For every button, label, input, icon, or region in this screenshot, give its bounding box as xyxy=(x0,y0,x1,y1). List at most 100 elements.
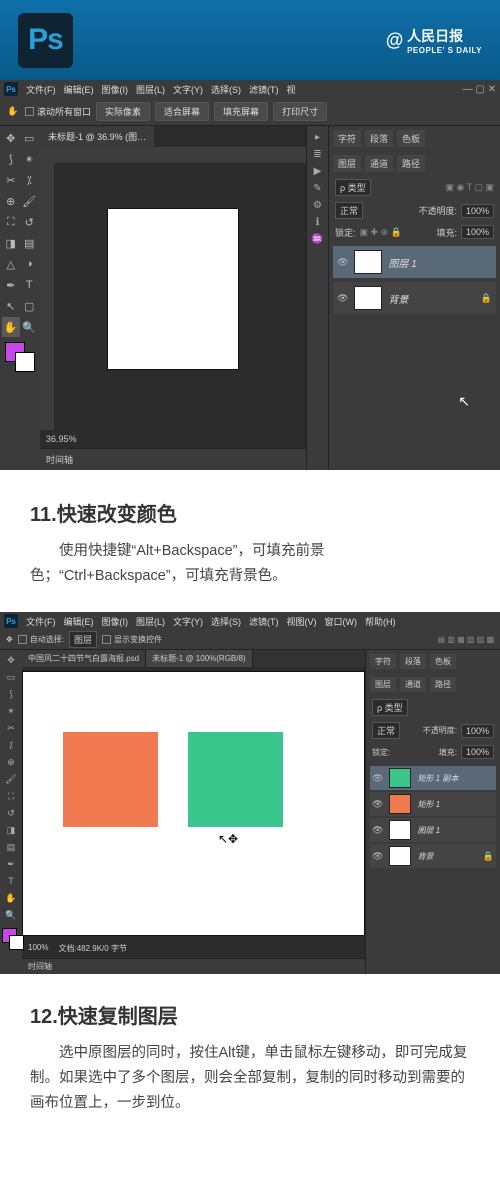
opacity-value[interactable]: 100% xyxy=(461,724,494,738)
panel-icon-1[interactable]: ▸ xyxy=(315,132,320,143)
layer-thumbnail[interactable] xyxy=(389,768,411,788)
layer-row[interactable]: 👁 背景 🔒 xyxy=(370,844,496,868)
canvas[interactable] xyxy=(108,209,238,369)
actions-panel-icon[interactable]: ▶ xyxy=(314,166,322,177)
layer-row[interactable]: 👁 矩形 1 副本 xyxy=(370,766,496,790)
menu-window[interactable]: 窗口(W) xyxy=(325,615,358,628)
opacity-value[interactable]: 100% xyxy=(461,204,494,218)
fill-value[interactable]: 100% xyxy=(461,745,494,759)
visibility-icon[interactable]: 👁 xyxy=(337,257,348,268)
stamp-tool-icon[interactable]: ⛶ xyxy=(2,212,20,232)
menu-help[interactable]: 帮助(H) xyxy=(365,615,396,628)
tab-paragraph[interactable]: 段落 xyxy=(400,654,426,669)
window-controls[interactable]: — ▢ ✕ xyxy=(463,84,496,95)
fill-screen-button[interactable]: 填充屏幕 xyxy=(214,102,268,121)
tab-swatches[interactable]: 色板 xyxy=(430,654,456,669)
history-brush-tool-icon[interactable]: ↺ xyxy=(2,805,20,821)
eraser-tool-icon[interactable]: ◨ xyxy=(2,233,20,253)
timeline-panel[interactable]: 时间轴 xyxy=(22,958,365,974)
color-swatches[interactable] xyxy=(2,338,38,378)
layer-row[interactable]: 👁 图层 1 xyxy=(333,246,496,278)
canvas-area[interactable] xyxy=(40,147,306,430)
layer-name[interactable]: 背景 xyxy=(388,291,408,306)
layer-row[interactable]: 👁 矩形 1 xyxy=(370,792,496,816)
tab-character[interactable]: 字符 xyxy=(333,130,361,147)
magic-wand-tool-icon[interactable]: ✴ xyxy=(2,703,20,719)
fit-screen-button[interactable]: 适合屏幕 xyxy=(155,102,209,121)
menu-layer[interactable]: 图层(L) xyxy=(136,83,165,96)
lasso-tool-icon[interactable]: ⟆ xyxy=(2,686,20,702)
visibility-icon[interactable]: 👁 xyxy=(372,799,383,810)
visibility-icon[interactable]: 👁 xyxy=(372,773,383,784)
background-color-swatch[interactable] xyxy=(9,935,24,950)
layer-row[interactable]: 👁 图层 1 xyxy=(370,818,496,842)
eraser-tool-icon[interactable]: ◨ xyxy=(2,822,20,838)
orange-rectangle[interactable] xyxy=(63,732,158,827)
auto-select-target[interactable]: 图层 xyxy=(69,631,97,648)
gradient-tool-icon[interactable]: ▤ xyxy=(2,839,20,855)
hand-tool-icon[interactable]: ✋ xyxy=(2,890,20,906)
background-color-swatch[interactable] xyxy=(15,352,35,372)
menu-edit[interactable]: 编辑(E) xyxy=(64,615,94,628)
layer-thumbnail[interactable] xyxy=(389,820,411,840)
layer-thumbnail[interactable] xyxy=(389,794,411,814)
menu-type[interactable]: 文字(Y) xyxy=(173,615,203,628)
actual-pixels-button[interactable]: 实际像素 xyxy=(96,102,150,121)
zoom-percentage[interactable]: 100% xyxy=(28,943,48,955)
menu-view[interactable]: 视图(V) xyxy=(287,615,317,628)
layer-name[interactable]: 矩形 1 xyxy=(417,799,440,810)
zoom-tool-icon[interactable]: 🔍 xyxy=(21,317,39,337)
layer-filter-select[interactable]: ρ 类型 xyxy=(335,179,371,196)
type-tool-icon[interactable]: T xyxy=(2,873,20,889)
tab-layers[interactable]: 图层 xyxy=(370,677,396,692)
lock-icons[interactable]: ▣ ✚ ⊕ 🔒 xyxy=(360,227,402,238)
auto-select-check[interactable]: 自动选择: xyxy=(18,634,64,645)
crop-tool-icon[interactable]: ✂ xyxy=(2,170,20,190)
layer-name[interactable]: 图层 1 xyxy=(417,825,440,836)
move-tool-icon[interactable]: ✥ xyxy=(2,652,20,668)
scroll-all-windows-check[interactable]: 滚动所有窗口 xyxy=(25,105,91,118)
tab-channels[interactable]: 通道 xyxy=(365,155,393,172)
move-tool-icon[interactable]: ✥ xyxy=(2,128,20,148)
zoom-tool-icon[interactable]: 🔍 xyxy=(2,907,20,923)
marquee-tool-icon[interactable]: ▭ xyxy=(21,128,39,148)
layer-thumbnail[interactable] xyxy=(389,846,411,866)
menu-select[interactable]: 选择(S) xyxy=(211,83,241,96)
dodge-tool-icon[interactable]: ◑ xyxy=(21,254,39,274)
visibility-icon[interactable]: 👁 xyxy=(372,851,383,862)
print-size-button[interactable]: 打印尺寸 xyxy=(273,102,327,121)
menu-select[interactable]: 选择(S) xyxy=(211,615,241,628)
histogram-panel-icon[interactable]: ♒ xyxy=(311,234,323,245)
tab-paragraph[interactable]: 段落 xyxy=(365,130,393,147)
type-tool-icon[interactable]: T xyxy=(21,275,39,295)
pen-tool-icon[interactable]: ✒ xyxy=(2,856,20,872)
tab-channels[interactable]: 通道 xyxy=(400,677,426,692)
tab-paths[interactable]: 路径 xyxy=(397,155,425,172)
eyedropper-tool-icon[interactable]: ⁒ xyxy=(2,737,20,753)
menu-edit[interactable]: 编辑(E) xyxy=(64,83,94,96)
shape-tool-icon[interactable]: ▢ xyxy=(21,296,39,316)
gradient-tool-icon[interactable]: ▤ xyxy=(21,233,39,253)
menu-file[interactable]: 文件(F) xyxy=(26,615,56,628)
menu-filter[interactable]: 滤镜(T) xyxy=(249,615,279,628)
brush-tool-icon[interactable]: 🖌 xyxy=(21,191,39,211)
document-tab-1[interactable]: 中国风二十四节气白露海报.psd xyxy=(22,650,146,667)
canvas[interactable]: ↖✥ xyxy=(22,671,365,936)
crop-tool-icon[interactable]: ✂ xyxy=(2,720,20,736)
align-icons[interactable]: ▤ ▥ ▦ ▧ ▨ ▩ xyxy=(438,635,494,644)
timeline-panel[interactable]: 时间轴 xyxy=(40,448,306,470)
menu-image[interactable]: 图像(I) xyxy=(102,615,129,628)
brush-tool-icon[interactable]: 🖌 xyxy=(2,771,20,787)
blur-tool-icon[interactable]: △ xyxy=(2,254,20,274)
document-tab-2[interactable]: 未标题-1 @ 100%(RGB/8) xyxy=(146,650,252,667)
path-tool-icon[interactable]: ↖ xyxy=(2,296,20,316)
document-tab[interactable]: 未标题-1 @ 36.9% (图… xyxy=(40,126,154,147)
color-swatches[interactable] xyxy=(2,928,20,958)
blend-mode-select[interactable]: 正常 xyxy=(335,202,363,219)
visibility-icon[interactable]: 👁 xyxy=(337,293,348,304)
layer-name[interactable]: 图层 1 xyxy=(388,255,416,270)
menu-filter[interactable]: 滤镜(T) xyxy=(249,83,279,96)
show-transform-check[interactable]: 显示变换控件 xyxy=(102,634,162,645)
history-brush-tool-icon[interactable]: ↺ xyxy=(21,212,39,232)
menu-image[interactable]: 图像(I) xyxy=(102,83,129,96)
